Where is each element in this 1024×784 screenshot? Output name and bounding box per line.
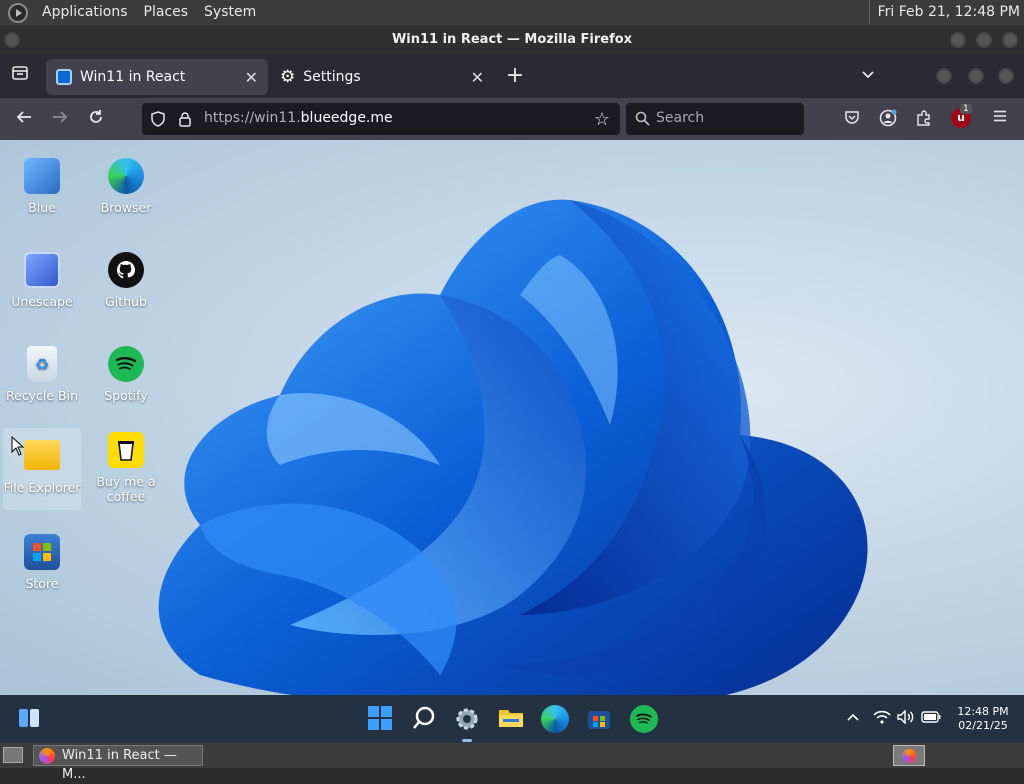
firefox-view-icon[interactable] xyxy=(8,64,32,87)
system-top-panel: Applications Places System Fri Feb 21, 1… xyxy=(0,0,1024,25)
forward-icon[interactable] xyxy=(48,108,72,131)
url-domain: blueedge.me xyxy=(300,110,393,126)
file-explorer-folder-icon[interactable] xyxy=(497,705,525,733)
distro-logo-icon[interactable] xyxy=(8,2,28,23)
show-desktop-icon[interactable] xyxy=(3,747,23,763)
applications-menu[interactable]: Applications xyxy=(34,0,136,25)
account-icon[interactable] xyxy=(878,109,898,132)
back-icon[interactable] xyxy=(12,108,36,131)
extension-badge: 1 xyxy=(960,104,972,114)
desktop-icon-label: Recycle Bin xyxy=(5,388,79,403)
show-hidden-icons-chevron-icon[interactable] xyxy=(846,710,860,728)
desktop-icon-store[interactable]: Store xyxy=(3,534,81,591)
tab-settings[interactable]: ⚙ Settings ✕ xyxy=(272,59,494,95)
store-icon xyxy=(24,534,60,570)
minimize-circle-icon[interactable] xyxy=(936,68,952,84)
tab-label: Settings xyxy=(303,69,361,85)
tab-strip: Win11 in React ✕ ⚙ Settings ✕ + xyxy=(0,55,1024,98)
close-tab-icon[interactable]: ✕ xyxy=(245,68,258,87)
taskbar-window-button[interactable]: Win11 in React — M... xyxy=(33,745,203,782)
desktop-icon-spotify[interactable]: Spotify xyxy=(87,346,165,403)
edge-browser-icon[interactable] xyxy=(541,705,569,733)
extensions-puzzle-icon[interactable] xyxy=(914,109,934,132)
github-icon xyxy=(108,252,144,288)
system-menu[interactable]: System xyxy=(196,0,264,25)
win11-favicon-icon xyxy=(56,69,72,85)
tab-label: Win11 in React xyxy=(80,69,186,85)
spotify-icon xyxy=(108,346,144,382)
widgets-icon[interactable] xyxy=(16,705,44,733)
maximize-circle-icon[interactable] xyxy=(968,68,984,84)
spotify-icon[interactable] xyxy=(630,705,658,733)
window-titlebar[interactable]: Win11 in React — Mozilla Firefox xyxy=(0,25,1024,55)
search-placeholder: Search xyxy=(656,110,705,126)
start-windows-icon[interactable] xyxy=(367,705,395,733)
wifi-icon[interactable] xyxy=(873,710,891,727)
gear-icon: ⚙ xyxy=(280,67,296,87)
maximize-button[interactable] xyxy=(976,32,992,48)
search-icon[interactable] xyxy=(411,705,439,733)
settings-gear-icon[interactable] xyxy=(453,705,481,733)
battery-icon[interactable] xyxy=(921,711,941,726)
desktop-icon-browser[interactable]: Browser xyxy=(87,158,165,215)
close-tab-icon[interactable]: ✕ xyxy=(471,68,484,87)
unescape-icon xyxy=(24,252,60,288)
coffee-cup-icon xyxy=(108,432,144,468)
win11-desktop[interactable]: Blue Browser Unescape Github ♻ Recycle B… xyxy=(0,140,1024,695)
store-icon[interactable] xyxy=(586,705,614,733)
lock-icon[interactable] xyxy=(178,111,192,131)
taskbar-window-label: Win11 in React — M... xyxy=(62,748,177,782)
desktop-icon-github[interactable]: Github xyxy=(87,252,165,309)
win11-taskbar: 12:48 PM 02/21/25 xyxy=(0,695,1024,743)
folder-icon xyxy=(24,440,60,470)
close-window-button[interactable] xyxy=(1002,32,1018,48)
close-circle-icon[interactable] xyxy=(998,68,1014,84)
desktop-icon-recycle-bin[interactable]: ♻ Recycle Bin xyxy=(3,346,81,403)
desktop-icon-label: Blue xyxy=(28,200,56,215)
desktop-icon-unescape[interactable]: Unescape xyxy=(3,252,81,309)
desktop-icon-buy-me-a-coffee[interactable]: Buy me a coffee xyxy=(87,432,165,504)
desktop-icon-label: Store xyxy=(25,576,59,591)
reload-icon[interactable] xyxy=(84,108,108,131)
window-title: Win11 in React — Mozilla Firefox xyxy=(391,32,633,47)
desktop-icon-blue[interactable]: Blue xyxy=(3,158,81,215)
taskbar-clock[interactable]: 12:48 PM 02/21/25 xyxy=(955,705,1011,733)
taskbar-time: 12:48 PM xyxy=(957,705,1009,718)
taskbar-date: 02/21/25 xyxy=(958,719,1008,732)
tab-win11-in-react[interactable]: Win11 in React ✕ xyxy=(46,59,268,95)
navigation-toolbar: https://win11.blueedge.me ☆ Search u 1 xyxy=(0,98,1024,140)
desktop-icon-label: Github xyxy=(105,294,147,309)
volume-icon[interactable] xyxy=(897,709,915,727)
search-bar[interactable]: Search xyxy=(626,103,804,135)
new-tab-icon[interactable]: + xyxy=(504,63,526,88)
workspace-switcher[interactable] xyxy=(893,745,925,766)
bookmark-star-icon[interactable]: ☆ xyxy=(594,109,610,130)
hamburger-menu-icon[interactable] xyxy=(990,108,1010,129)
desktop-icon-label: File Explorer xyxy=(3,480,81,495)
places-menu[interactable]: Places xyxy=(136,0,197,25)
edge-browser-icon xyxy=(108,158,144,194)
tracking-protection-shield-icon[interactable] xyxy=(150,111,166,131)
window-menu-button[interactable] xyxy=(4,32,20,48)
search-icon xyxy=(635,111,650,130)
recycle-bin-icon: ♻ xyxy=(27,346,57,382)
desktop-icon-label: Spotify xyxy=(104,388,148,403)
windows-bloom-wallpaper xyxy=(158,199,868,695)
desktop-icon-label: Unescape xyxy=(11,294,73,309)
url-prefix: https://win11. xyxy=(204,110,301,126)
desktop-icon-label: Buy me a coffee xyxy=(96,474,156,504)
firefox-icon xyxy=(39,748,55,764)
desktop-icon-label: Browser xyxy=(100,200,152,215)
url-text[interactable]: https://win11.blueedge.me xyxy=(204,110,393,126)
system-clock[interactable]: Fri Feb 21, 12:48 PM xyxy=(868,0,1020,25)
firefox-icon xyxy=(902,748,916,763)
blue-user-icon xyxy=(24,158,60,194)
system-bottom-panel: Win11 in React — M... xyxy=(0,743,1024,782)
minimize-button[interactable] xyxy=(950,32,966,48)
list-all-tabs-icon[interactable] xyxy=(858,65,878,86)
mouse-cursor-icon xyxy=(11,435,25,460)
active-app-indicator xyxy=(462,739,472,742)
address-bar[interactable]: https://win11.blueedge.me ☆ xyxy=(142,103,620,135)
pocket-icon[interactable] xyxy=(842,109,862,130)
